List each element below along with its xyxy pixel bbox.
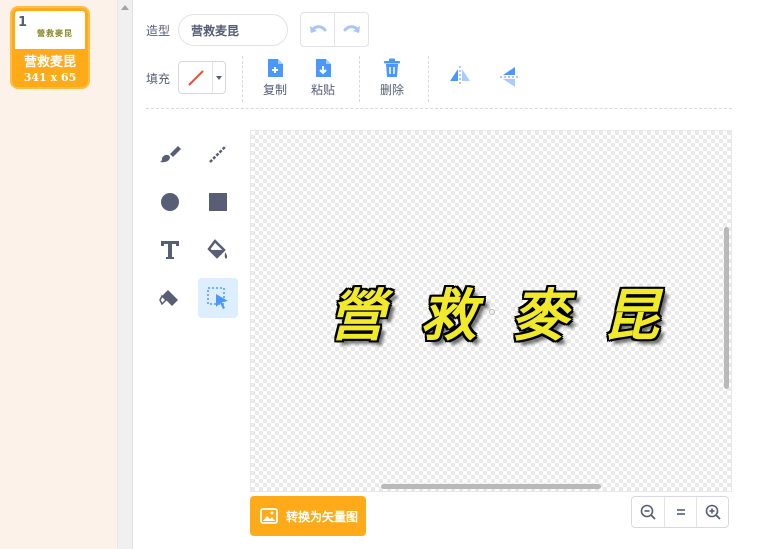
delete-label: 删除 — [379, 83, 404, 97]
line-tool[interactable] — [198, 134, 238, 174]
canvas-char: 救 — [420, 283, 477, 349]
costume-number: 1 — [18, 15, 28, 30]
undo-redo-group — [300, 12, 369, 47]
costume-name: 营救麦昆 — [23, 55, 76, 70]
delete-button[interactable]: 删除 — [372, 58, 412, 98]
circle-tool[interactable] — [150, 182, 190, 222]
costume-tile[interactable]: 1 營救麥昆 营救麦昆 341 x 65 — [10, 6, 90, 89]
costume-size: 341 x 65 — [23, 71, 77, 84]
fill-tool[interactable] — [198, 230, 238, 270]
paste-label: 粘贴 — [310, 83, 335, 97]
zoom-controls — [631, 496, 729, 528]
canvas-char: 昆 — [602, 283, 659, 349]
flip-horizontal-button[interactable] — [440, 66, 480, 84]
zoom-out-icon — [640, 504, 656, 520]
toolbar-divider — [146, 108, 732, 109]
flip-horizontal-icon — [450, 66, 470, 84]
copy-icon — [268, 59, 283, 77]
line-icon — [209, 145, 227, 163]
undo-icon — [309, 24, 326, 33]
no-fill-icon — [187, 69, 204, 86]
paint-canvas[interactable]: 營 救 麥 昆 — [250, 130, 732, 492]
costume-name-input[interactable] — [178, 14, 288, 46]
scroll-up-arrow-icon[interactable] — [121, 5, 129, 10]
brush-tool[interactable] — [150, 134, 190, 174]
text-icon — [161, 241, 179, 259]
select-tool[interactable] — [198, 278, 238, 318]
divider — [242, 56, 243, 102]
fill-dropdown-caret[interactable] — [213, 62, 225, 93]
zoom-in-icon — [705, 504, 721, 520]
flip-vertical-icon — [500, 67, 518, 87]
fill-swatch — [179, 62, 213, 93]
undo-button[interactable] — [301, 13, 334, 46]
canvas-center-marker — [489, 309, 495, 315]
thumbnail-text: 營救麥昆 — [37, 29, 73, 38]
eraser-icon — [159, 290, 178, 306]
chevron-down-icon — [216, 75, 222, 80]
zoom-out-button[interactable] — [632, 497, 664, 527]
costume-thumbnail: 1 營救麥昆 — [15, 11, 85, 49]
paste-icon — [316, 59, 331, 77]
zoom-reset-icon — [676, 509, 685, 515]
fill-color-picker[interactable] — [178, 61, 226, 94]
image-icon — [260, 508, 278, 524]
rectangle-tool[interactable] — [198, 182, 238, 222]
delete-icon — [384, 58, 400, 77]
canvas-vertical-scrollbar[interactable] — [724, 227, 729, 389]
select-icon — [207, 287, 228, 309]
text-tool[interactable] — [150, 230, 190, 270]
costume-list: 1 營救麥昆 营救麦昆 341 x 65 — [0, 0, 117, 549]
eraser-tool[interactable] — [150, 278, 190, 318]
zoom-reset-button[interactable] — [664, 497, 696, 527]
convert-to-vector-button[interactable]: 转换为矢量图 — [250, 496, 366, 536]
flip-vertical-button[interactable] — [489, 66, 529, 88]
brush-icon — [160, 146, 181, 163]
divider — [428, 56, 429, 102]
costume-list-scrollbar[interactable] — [117, 0, 133, 549]
fill-icon — [207, 239, 228, 259]
canvas-char: 麥 — [511, 283, 568, 349]
costume-label: 造型 — [146, 24, 171, 38]
divider — [359, 56, 360, 102]
redo-button[interactable] — [334, 13, 368, 46]
circle-icon — [161, 193, 179, 211]
rectangle-icon — [209, 193, 227, 211]
copy-label: 复制 — [262, 83, 287, 97]
paste-button[interactable]: 粘贴 — [303, 58, 343, 98]
copy-button[interactable]: 复制 — [255, 58, 295, 98]
canvas-char: 營 — [329, 283, 385, 349]
fill-label: 填充 — [146, 72, 171, 86]
canvas-horizontal-scrollbar[interactable] — [381, 484, 601, 489]
redo-icon — [343, 24, 360, 33]
zoom-in-button[interactable] — [696, 497, 728, 527]
convert-label: 转换为矢量图 — [286, 509, 359, 524]
